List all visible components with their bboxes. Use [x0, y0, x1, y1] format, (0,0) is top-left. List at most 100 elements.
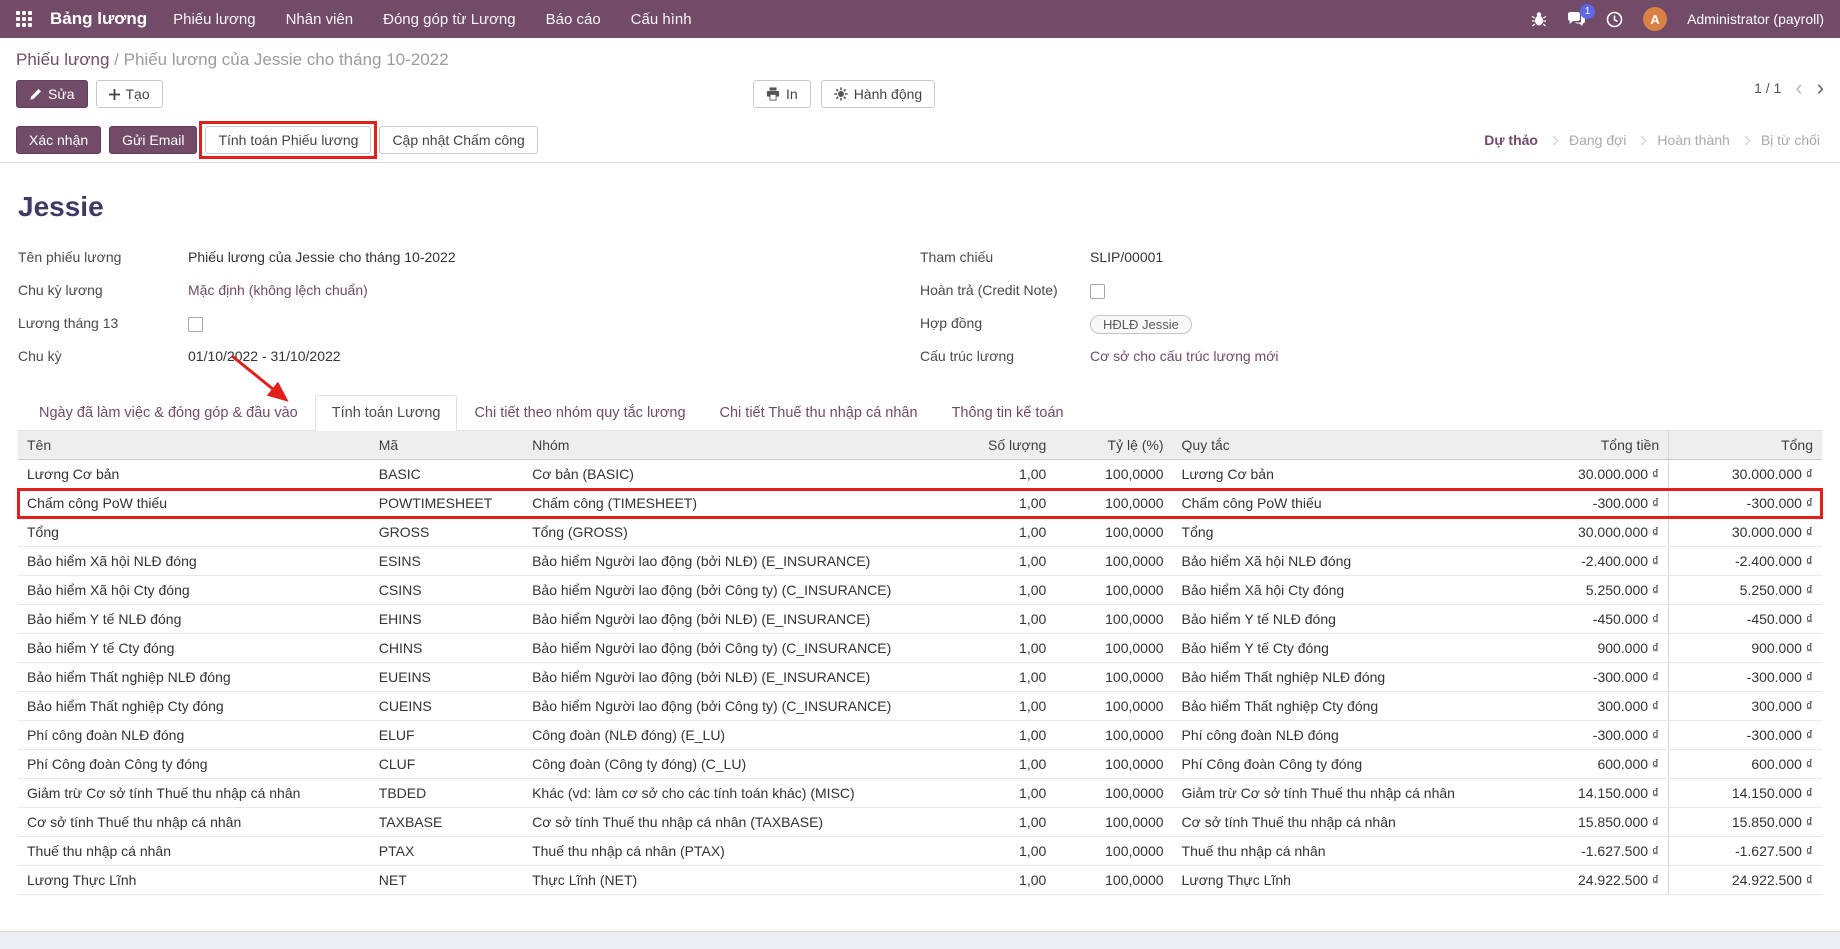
activities-clock-icon[interactable] [1606, 11, 1623, 28]
column-header[interactable]: Mã [370, 431, 523, 460]
notebook-tab[interactable]: Chi tiết Thuế thu nhập cá nhân [703, 395, 935, 431]
table-row[interactable]: Bảo hiểm Xã hội Cty đóngCSINSBảo hiểm Ng… [18, 576, 1822, 605]
nav-menu-item[interactable]: Nhân viên [286, 11, 354, 28]
table-row[interactable]: Bảo hiểm Thất nghiệp Cty đóngCUEINSBảo h… [18, 692, 1822, 721]
cell-total: -450.000 ₫ [1669, 605, 1822, 634]
table-row[interactable]: Lương Cơ bảnBASICCơ bản (BASIC)1,00100,0… [18, 460, 1822, 489]
pager-previous-icon[interactable]: ‹ [1795, 80, 1802, 96]
table-row[interactable]: Chấm công PoW thiếuPOWTIMESHEETChấm công… [18, 489, 1822, 518]
cell-category: Bảo hiểm Người lao động (bởi NLĐ) (E_INS… [523, 605, 956, 634]
cell-total: 900.000 ₫ [1669, 634, 1822, 663]
notebook-tab[interactable]: Thông tin kế toán [935, 395, 1081, 431]
notebook-tab[interactable]: Ngày đã làm việc & đóng góp & đầu vào [22, 395, 315, 431]
cell-amount: -450.000 ₫ [1551, 605, 1668, 634]
nav-menu-item[interactable]: Báo cáo [546, 11, 601, 28]
form-field: Hợp đồngHĐLĐ Jessie [920, 313, 1822, 346]
statusbar-action-button[interactable]: Xác nhận [16, 126, 101, 154]
status-state[interactable]: Dự thảo [1484, 132, 1538, 148]
field-link[interactable]: Cơ sở cho cấu trúc lương mới [1090, 348, 1278, 364]
cell-amount: 14.150.000 ₫ [1551, 779, 1668, 808]
nav-menu-item[interactable]: Đóng góp từ Lương [383, 11, 516, 28]
pager-next-icon[interactable]: › [1817, 80, 1824, 96]
table-row[interactable]: Phí Công đoàn Công ty đóngCLUFCông đoàn … [18, 750, 1822, 779]
column-header[interactable]: Tên [18, 431, 370, 460]
create-button[interactable]: Tạo [96, 80, 163, 108]
field-link[interactable]: Mặc định (không lệch chuẩn) [188, 282, 368, 298]
statusbar-action-button[interactable]: Cập nhật Chấm công [379, 126, 537, 154]
cell-name: Bảo hiểm Thất nghiệp NLĐ đóng [18, 663, 370, 692]
nav-menu-item[interactable]: Phiếu lương [173, 11, 255, 28]
notebook-tab[interactable]: Tính toán Lương [315, 395, 458, 431]
field-value: HĐLĐ Jessie [1090, 313, 1192, 334]
cell-total: 30.000.000 ₫ [1669, 518, 1822, 547]
column-header[interactable]: Nhóm [523, 431, 956, 460]
breadcrumb-parent-link[interactable]: Phiếu lương [16, 50, 109, 69]
column-header[interactable]: Tổng [1669, 431, 1822, 460]
state-separator-icon [1740, 135, 1750, 145]
cell-rule: Lương Cơ bản [1173, 460, 1552, 489]
top-navbar: Bảng lương Phiếu lương Nhân viên Đóng góp … [0, 0, 1840, 38]
cell-total: 600.000 ₫ [1669, 750, 1822, 779]
form-field: Hoàn trả (Credit Note) [920, 280, 1822, 313]
statusbar-states: Dự thảo Đang đợi Hoàn thành Bị từ chối [1484, 132, 1824, 148]
cell-amount: -300.000 ₫ [1551, 663, 1668, 692]
table-row[interactable]: Bảo hiểm Y tế NLĐ đóngEHINSBảo hiểm Ngườ… [18, 605, 1822, 634]
breadcrumb: Phiếu lương / Phiếu lương của Jessie cho… [16, 50, 1824, 70]
checkbox[interactable] [1090, 284, 1105, 299]
column-header[interactable]: Tổng tiền [1551, 431, 1668, 460]
table-row[interactable]: TổngGROSSTổng (GROSS)1,00100,0000Tổng30.… [18, 518, 1822, 547]
cell-rule: Bảo hiểm Xã hội Cty đóng [1173, 576, 1552, 605]
cell-rule: Cơ sở tính Thuế thu nhập cá nhân [1173, 808, 1552, 837]
cell-rate: 100,0000 [1055, 547, 1172, 576]
cell-code: CLUF [370, 750, 523, 779]
column-header[interactable]: Số lượng [956, 431, 1055, 460]
user-menu[interactable]: Administrator (payroll) [1687, 11, 1824, 27]
pencil-icon [29, 88, 42, 101]
edit-button[interactable]: Sửa [16, 80, 88, 108]
contract-badge[interactable]: HĐLĐ Jessie [1090, 315, 1192, 334]
table-row[interactable]: Thuế thu nhập cá nhânPTAXThuế thu nhập c… [18, 837, 1822, 866]
cell-rate: 100,0000 [1055, 489, 1172, 518]
statusbar-action-button[interactable]: Gửi Email [109, 126, 197, 154]
bottom-scroll-strip[interactable] [0, 931, 1840, 949]
table-header-row: TênMãNhómSố lượngTỷ lệ (%)Quy tắcTổng ti… [18, 431, 1822, 460]
cell-code: CSINS [370, 576, 523, 605]
notebook-tab[interactable]: Chi tiết theo nhóm quy tắc lương [457, 395, 702, 431]
cell-code: PTAX [370, 837, 523, 866]
cell-name: Cơ sở tính Thuế thu nhập cá nhân [18, 808, 370, 837]
table-row[interactable]: Bảo hiểm Y tế Cty đóngCHINSBảo hiểm Ngườ… [18, 634, 1822, 663]
print-button[interactable]: In [753, 80, 811, 108]
nav-menu-item[interactable]: Cấu hình [631, 11, 692, 28]
column-header[interactable]: Quy tắc [1173, 431, 1552, 460]
messages-icon[interactable]: 1 [1567, 11, 1586, 28]
table-row[interactable]: Cơ sở tính Thuế thu nhập cá nhânTAXBASEC… [18, 808, 1822, 837]
bug-icon[interactable] [1531, 11, 1547, 27]
apps-grid-icon[interactable] [16, 11, 32, 27]
cell-qty: 1,00 [956, 634, 1055, 663]
field-value [1090, 280, 1105, 302]
cell-category: Chấm công (TIMESHEET) [523, 489, 956, 518]
field-value [188, 313, 203, 335]
cell-rate: 100,0000 [1055, 721, 1172, 750]
checkbox[interactable] [188, 317, 203, 332]
app-name[interactable]: Bảng lương [50, 9, 147, 29]
cell-qty: 1,00 [956, 750, 1055, 779]
status-state[interactable]: Bị từ chối [1761, 132, 1820, 148]
statusbar-action-button[interactable]: Tính toán Phiếu lương [205, 126, 371, 154]
table-row[interactable]: Bảo hiểm Xã hội NLĐ đóngESINSBảo hiểm Ng… [18, 547, 1822, 576]
fields-left-column: Tên phiếu lươngPhiếu lương của Jessie ch… [18, 247, 920, 379]
field-label: Hoàn trả (Credit Note) [920, 280, 1090, 298]
status-state[interactable]: Đang đợi [1569, 132, 1626, 148]
table-row[interactable]: Phí công đoàn NLĐ đóngELUFCông đoàn (NLĐ… [18, 721, 1822, 750]
gear-icon [834, 87, 848, 101]
table-row[interactable]: Giảm trừ Cơ sở tính Thuế thu nhập cá nhâ… [18, 779, 1822, 808]
cell-total: 15.850.000 ₫ [1669, 808, 1822, 837]
user-avatar[interactable]: A [1643, 7, 1667, 31]
cell-name: Bảo hiểm Xã hội NLĐ đóng [18, 547, 370, 576]
status-state[interactable]: Hoàn thành [1657, 132, 1729, 148]
column-header[interactable]: Tỷ lệ (%) [1055, 431, 1172, 460]
action-button[interactable]: Hành động [821, 80, 936, 108]
table-row[interactable]: Lương Thực LĩnhNETThực Lĩnh (NET)1,00100… [18, 866, 1822, 895]
cell-amount: 15.850.000 ₫ [1551, 808, 1668, 837]
table-row[interactable]: Bảo hiểm Thất nghiệp NLĐ đóngEUEINSBảo h… [18, 663, 1822, 692]
